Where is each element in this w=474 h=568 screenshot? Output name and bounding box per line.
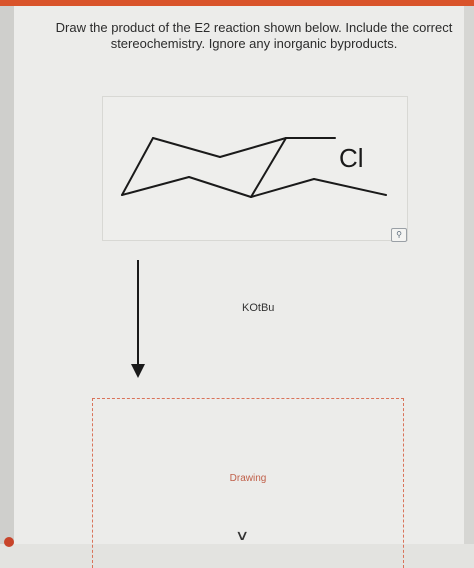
question-line-2: stereochemistry. Ignore any inorganic by… <box>110 36 398 51</box>
equatorial-bond <box>313 178 387 196</box>
right-edge <box>464 6 474 544</box>
bond <box>152 137 221 158</box>
magnifier-icon[interactable]: ⚲ <box>391 228 407 242</box>
chlorine-label: Cl <box>339 143 364 173</box>
bond <box>121 137 154 196</box>
reactant-structure: Cl <box>102 96 408 241</box>
drawing-placeholder: Drawing <box>229 473 267 484</box>
reaction-arrow-icon <box>131 260 145 378</box>
question-text: Draw the product of the E2 reaction show… <box>54 20 454 52</box>
question-card: Draw the product of the E2 reaction show… <box>14 6 464 568</box>
status-icon <box>4 537 14 547</box>
left-sidebar-strip <box>0 6 14 544</box>
chevron-down-icon[interactable]: ∨ <box>235 527 249 544</box>
question-line-1: Draw the product of the E2 reaction show… <box>55 20 453 35</box>
reagent-label: KOtBu <box>242 302 275 314</box>
bond <box>188 176 252 198</box>
bond <box>121 176 190 196</box>
drawing-answer-area[interactable]: Drawing ∨ <box>92 398 404 568</box>
